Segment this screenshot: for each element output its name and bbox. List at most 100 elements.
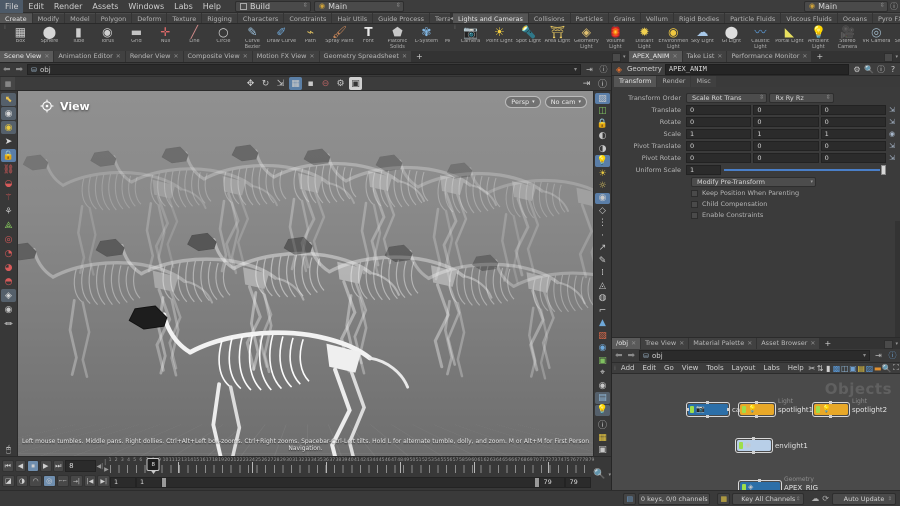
chevron-down-icon[interactable]: ▾ bbox=[574, 66, 577, 73]
desk-tab-render-view[interactable]: Render View ✕ bbox=[125, 51, 183, 62]
chevron-down-icon[interactable]: ▾ bbox=[863, 352, 866, 359]
pivot-rotate-x-input[interactable]: 0 bbox=[686, 152, 752, 163]
auto-key-icon[interactable]: ◪ bbox=[2, 475, 15, 487]
keys-icon[interactable]: ▤ bbox=[623, 492, 637, 505]
rotate-x-input[interactable]: 0 bbox=[686, 116, 752, 127]
point-marker-icon[interactable]: · bbox=[595, 230, 610, 241]
tool-tube[interactable]: ▮ Tube bbox=[64, 24, 93, 45]
shelf-tab-polygon[interactable]: Polygon bbox=[95, 13, 132, 23]
screenshot-icon[interactable]: ▣ bbox=[595, 445, 610, 456]
desk-tab-scene-view[interactable]: Scene View ✕ bbox=[0, 51, 54, 62]
desktop-selector[interactable]: ◉ Main ⇳ bbox=[314, 0, 404, 12]
tool-platonic-solids[interactable]: ⬟ Platonic Solids bbox=[383, 24, 412, 50]
timeline-ruler[interactable]: 1234567891011121314151617181920212223242… bbox=[109, 458, 594, 474]
magnet-c-icon[interactable]: ◕ bbox=[1, 261, 16, 274]
pivot-translate-x-input[interactable]: 0 bbox=[686, 140, 752, 151]
tools-wrench-icon[interactable]: ✂ bbox=[808, 363, 816, 374]
pivot-translate-z-input[interactable]: 0 bbox=[820, 140, 886, 151]
range-end-input-2[interactable]: 79 bbox=[565, 476, 592, 488]
node-apex-rig[interactable]: ◈ Geometry APEX_RIG bbox=[738, 476, 818, 490]
shelf-tab-modify[interactable]: Modify bbox=[32, 13, 65, 23]
network-editor-canvas[interactable]: Objects 📷 cam1 bbox=[612, 374, 900, 490]
character-icon[interactable]: ⚘ bbox=[1, 205, 16, 218]
translate-link-icon[interactable]: ⇲ bbox=[886, 106, 898, 114]
shelf-tab-rigging[interactable]: Rigging bbox=[202, 13, 237, 23]
pivot-rotate-y-input[interactable]: 0 bbox=[753, 152, 819, 163]
shading-smooth-icon[interactable]: ◐ bbox=[595, 130, 610, 141]
shelf-tab-lights-and-cameras[interactable]: Lights and Cameras bbox=[453, 13, 528, 23]
key-mode-icon[interactable]: ▦ bbox=[717, 492, 731, 505]
translate-y-input[interactable]: 0 bbox=[753, 104, 819, 115]
frame-nudge-left-icon[interactable]: ◀| bbox=[97, 463, 104, 470]
tool-caustic-light[interactable]: 〰 Caustic Light bbox=[746, 24, 775, 50]
network-tab-obj[interactable]: /obj ✕ bbox=[612, 338, 641, 349]
pivot-translate-y-input[interactable]: 0 bbox=[753, 140, 819, 151]
chevron-down-icon[interactable]: ▾ bbox=[608, 472, 611, 478]
close-icon[interactable]: ✕ bbox=[810, 338, 815, 349]
shelf-tab-pyro-fx[interactable]: Pyro FX bbox=[873, 13, 900, 23]
shelf-tab-hair-utils[interactable]: Hair Utils bbox=[332, 13, 373, 23]
timeline-ruler-area[interactable]: 1234567891011121314151617181920212223242… bbox=[109, 457, 594, 490]
translate-handle-icon[interactable]: ✥ bbox=[244, 77, 257, 90]
shelf-tab-constraints[interactable]: Constraints bbox=[284, 13, 332, 23]
key-filter-icon[interactable]: ⌐⌐ bbox=[56, 475, 70, 487]
node-body[interactable]: ◉ bbox=[735, 437, 773, 454]
viewport-3d[interactable]: View Persp ▾ No cam ▾ Left mouse tumbles. … bbox=[18, 91, 593, 456]
grid-toggle-icon[interactable]: ▦ bbox=[595, 432, 610, 443]
close-icon[interactable]: ✕ bbox=[673, 51, 678, 62]
close-icon[interactable]: ✕ bbox=[173, 51, 178, 62]
pin-icon[interactable]: ⇥ bbox=[580, 77, 593, 90]
node-body[interactable]: 📷 bbox=[686, 401, 730, 418]
view-mode-dropdown[interactable]: Persp ▾ bbox=[505, 96, 541, 108]
node-envlight1[interactable]: ◉ envlight1 bbox=[735, 437, 808, 454]
magnet-d-icon[interactable]: ◓ bbox=[1, 275, 16, 288]
uniform-scale-input[interactable]: 1 bbox=[686, 164, 721, 175]
tool-font[interactable]: T Font bbox=[354, 24, 383, 45]
panel-icon[interactable]: ▮ bbox=[824, 363, 832, 374]
shelf-tab-deform[interactable]: Deform bbox=[132, 13, 167, 23]
pin-icon[interactable]: ⇥ bbox=[584, 64, 595, 75]
rig-pose-icon[interactable]: ⛓ bbox=[1, 163, 16, 176]
param-tab-misc[interactable]: Misc bbox=[691, 76, 716, 87]
desk-tab-motion-fx-view[interactable]: Motion FX View ✕ bbox=[252, 51, 319, 62]
magnet-b-icon[interactable]: ◔ bbox=[1, 247, 16, 260]
translate-x-input[interactable]: 0 bbox=[686, 104, 752, 115]
rotate-order-dropdown[interactable]: Rx Ry Rz ⇳ bbox=[769, 92, 834, 103]
scale-y-input[interactable]: 1 bbox=[753, 128, 819, 139]
modify-pre-transform-dropdown[interactable]: Modify Pre-Transform ▾ bbox=[691, 176, 816, 187]
tool-ambient-light[interactable]: 💡 Ambient Light bbox=[804, 24, 833, 50]
play-button[interactable]: ▶ bbox=[39, 460, 52, 472]
view-tool-icon[interactable]: ◉ bbox=[1, 121, 16, 134]
desk-tab-composite-view[interactable]: Composite View ✕ bbox=[183, 51, 252, 62]
menu-labs[interactable]: Labs bbox=[169, 0, 198, 13]
uniform-scale-slider[interactable] bbox=[724, 164, 886, 175]
tool-camera[interactable]: 📷 Camera bbox=[456, 24, 485, 45]
columns-icon[interactable]: ◫ bbox=[841, 363, 849, 374]
menu-help[interactable]: Help bbox=[198, 0, 226, 13]
network-add-tab-button[interactable]: + bbox=[820, 338, 835, 349]
tool-path[interactable]: ⌁ Path bbox=[296, 24, 325, 45]
tool-null[interactable]: ✛ Null bbox=[151, 24, 180, 45]
scene-path-input[interactable]: ⛁ obj ▾ bbox=[27, 64, 581, 75]
node-spotlight1[interactable]: 💡 Light spotlight1 bbox=[738, 398, 813, 418]
current-frame-input[interactable]: 8 bbox=[65, 460, 96, 472]
help-circle-icon[interactable]: ? bbox=[888, 64, 898, 74]
tool-line[interactable]: ╱ Line bbox=[180, 24, 209, 45]
network-menu-help[interactable]: Help bbox=[784, 362, 808, 374]
search-icon[interactable]: 🔍 bbox=[864, 64, 874, 74]
target-icon[interactable]: ◉ bbox=[595, 342, 610, 353]
checkbox-enable-constraints[interactable]: Enable Constraints bbox=[691, 210, 898, 220]
close-icon[interactable]: ✕ bbox=[717, 51, 722, 62]
key-mode-dropdown[interactable]: Key All Channels ⇳ bbox=[732, 492, 805, 505]
pane-maximize-icon[interactable] bbox=[884, 339, 894, 349]
rotate-handle-icon[interactable]: ↻ bbox=[259, 77, 272, 90]
stack-icon[interactable]: ▬ bbox=[874, 363, 882, 374]
vectors-icon[interactable]: ✎ bbox=[595, 255, 610, 266]
scale-handle-icon[interactable]: ⇲ bbox=[274, 77, 287, 90]
close-icon[interactable]: ✕ bbox=[402, 51, 407, 62]
network-menu-view[interactable]: View bbox=[678, 362, 703, 374]
menu-render[interactable]: Render bbox=[49, 0, 87, 13]
back-arrow-icon[interactable]: ⬅ bbox=[2, 65, 12, 75]
select-mode-icon[interactable]: ▪ bbox=[304, 77, 317, 90]
lightbulb-icon[interactable]: 💡 bbox=[595, 404, 610, 417]
